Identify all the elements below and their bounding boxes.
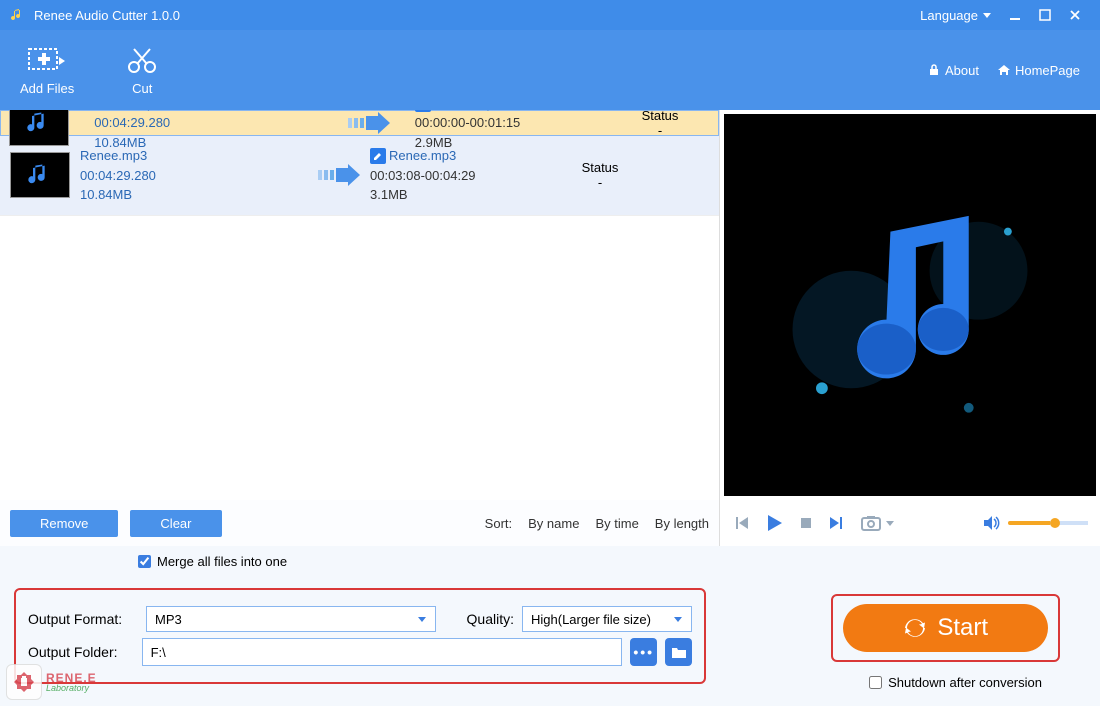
file-thumbnail xyxy=(9,110,69,146)
watermark-badge-icon xyxy=(6,664,42,700)
output-settings-group: Output Format: MP3 Quality: High(Larger … xyxy=(14,588,706,684)
language-dropdown[interactable]: Language xyxy=(920,8,992,23)
quality-label: Quality: xyxy=(467,611,514,627)
status-column: Status - xyxy=(610,110,710,138)
start-button[interactable]: Start xyxy=(843,604,1048,652)
status-value: - xyxy=(610,123,710,138)
output-format-label: Output Format: xyxy=(28,611,138,627)
preview-image xyxy=(724,114,1096,496)
watermark-brand: RENE.E xyxy=(46,672,97,684)
add-files-button[interactable]: Add Files xyxy=(20,45,74,96)
file-row[interactable]: Renee.mp3 00:04:29.280 10.84MB Renee.mp3… xyxy=(0,110,719,136)
prev-button[interactable] xyxy=(732,514,750,532)
play-button[interactable] xyxy=(764,513,784,533)
destination-name: Renee.mp3 xyxy=(389,146,456,166)
volume-icon[interactable] xyxy=(982,514,1000,532)
preview-panel xyxy=(720,110,1100,546)
output-format-select[interactable]: MP3 xyxy=(146,606,436,632)
sort-label: Sort: xyxy=(485,516,512,531)
source-info: Renee.mp3 00:04:29.280 10.84MB xyxy=(80,146,310,205)
start-label: Start xyxy=(937,614,988,642)
file-thumbnail xyxy=(10,152,70,198)
arrow-icon xyxy=(340,112,400,134)
volume-slider[interactable] xyxy=(1008,521,1088,525)
status-header: Status xyxy=(610,110,710,123)
quality-value: High(Larger file size) xyxy=(531,612,651,627)
quality-select[interactable]: High(Larger file size) xyxy=(522,606,692,632)
clear-button[interactable]: Clear xyxy=(130,510,221,537)
folder-icon xyxy=(671,645,687,659)
edit-icon[interactable] xyxy=(415,110,431,112)
close-button[interactable] xyxy=(1060,3,1090,27)
file-row[interactable]: Renee.mp3 00:04:29.280 10.84MB Renee.mp3… xyxy=(0,136,719,216)
open-folder-button[interactable] xyxy=(665,638,692,666)
homepage-link[interactable]: HomePage xyxy=(997,63,1080,78)
add-files-label: Add Files xyxy=(20,81,74,96)
content-area: Renee.mp3 00:04:29.280 10.84MB Renee.mp3… xyxy=(0,110,1100,546)
sort-by-length[interactable]: By length xyxy=(655,516,709,531)
home-icon xyxy=(997,63,1011,77)
file-list-panel: Renee.mp3 00:04:29.280 10.84MB Renee.mp3… xyxy=(0,110,720,546)
start-group: Start xyxy=(831,594,1060,662)
cut-button[interactable]: Cut xyxy=(124,45,160,96)
output-folder-value: F:\ xyxy=(151,645,166,660)
snapshot-button[interactable] xyxy=(860,514,882,532)
destination-range: 00:03:08-00:04:29 xyxy=(370,166,550,186)
titlebar: Renee Audio Cutter 1.0.0 Language xyxy=(0,0,1100,30)
file-rows: Renee.mp3 00:04:29.280 10.84MB Renee.mp3… xyxy=(0,110,719,500)
about-link[interactable]: About xyxy=(927,63,979,78)
shutdown-label: Shutdown after conversion xyxy=(888,675,1042,690)
sort-by-time[interactable]: By time xyxy=(595,516,638,531)
stop-button[interactable] xyxy=(798,515,814,531)
status-value: - xyxy=(550,175,650,190)
remove-button[interactable]: Remove xyxy=(10,510,118,537)
bottom-panel: Merge all files into one Output Format: … xyxy=(0,546,1100,706)
app-logo-icon xyxy=(10,7,26,23)
about-label: About xyxy=(945,63,979,78)
merge-checkbox[interactable] xyxy=(138,555,151,568)
app-title: Renee Audio Cutter 1.0.0 xyxy=(34,8,920,23)
destination-size: 3.1MB xyxy=(370,185,550,205)
sort-by-name[interactable]: By name xyxy=(528,516,579,531)
browse-button[interactable]: ••• xyxy=(630,638,657,666)
source-name: Renee.mp3 xyxy=(80,146,310,166)
destination-info: Renee.mp3 00:03:08-00:04:29 3.1MB xyxy=(370,146,550,205)
source-size: 10.84MB xyxy=(80,185,310,205)
merge-label: Merge all files into one xyxy=(157,554,287,569)
output-folder-input[interactable]: F:\ xyxy=(142,638,623,666)
minimize-button[interactable] xyxy=(1000,3,1030,27)
homepage-label: HomePage xyxy=(1015,63,1080,78)
chevron-down-icon xyxy=(417,614,427,624)
cut-label: Cut xyxy=(132,81,152,96)
watermark-sub: Laboratory xyxy=(46,684,97,693)
status-header: Status xyxy=(550,160,650,175)
chevron-down-icon xyxy=(982,10,992,20)
watermark: RENE.E Laboratory xyxy=(6,664,97,700)
next-button[interactable] xyxy=(828,514,846,532)
shutdown-checkbox[interactable] xyxy=(869,676,882,689)
preview-controls xyxy=(720,500,1100,546)
arrow-icon xyxy=(310,164,370,186)
source-duration: 00:04:29.280 xyxy=(80,166,310,186)
refresh-icon xyxy=(903,616,927,640)
snapshot-dropdown[interactable] xyxy=(886,519,894,527)
chevron-down-icon xyxy=(673,614,683,624)
language-label: Language xyxy=(920,8,978,23)
lock-icon xyxy=(927,63,941,77)
output-folder-label: Output Folder: xyxy=(28,644,134,660)
edit-icon[interactable] xyxy=(370,148,386,164)
toolbar: Add Files Cut About HomePage xyxy=(0,30,1100,110)
list-footer: Remove Clear Sort: By name By time By le… xyxy=(0,500,719,546)
source-duration: 00:04:29.280 xyxy=(94,113,324,133)
output-format-value: MP3 xyxy=(155,612,182,627)
destination-range: 00:00:00-00:01:15 xyxy=(415,113,595,133)
status-column: Status - xyxy=(550,160,650,190)
maximize-button[interactable] xyxy=(1030,3,1060,27)
